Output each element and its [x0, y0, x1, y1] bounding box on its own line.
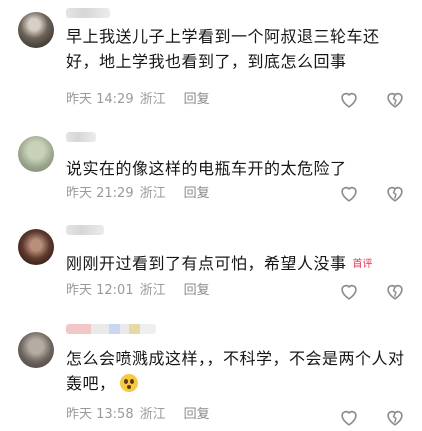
like-button[interactable]: [338, 406, 360, 428]
comment-text: 说实在的像这样的电瓶车开的太危险了: [66, 159, 347, 178]
comment-time: 昨天 21:29: [66, 186, 134, 201]
flushed-face-emoji: [119, 374, 138, 392]
heart-outline-icon: [341, 92, 357, 108]
avatar[interactable]: [18, 332, 54, 368]
avatar[interactable]: [18, 136, 54, 172]
username[interactable]: [66, 8, 110, 18]
comment-time: 昨天 12:01: [66, 283, 134, 298]
avatar[interactable]: [18, 229, 54, 265]
reply-button[interactable]: 回复: [184, 92, 210, 107]
comment-meta: 昨天 14:29 浙江 回复: [66, 91, 210, 109]
heart-outline-icon: [341, 186, 357, 202]
comment-time: 昨天 14:29: [66, 92, 134, 107]
comment-text: 怎么会喷溅成这样，，不科学，不会是两个人对轰吧，: [66, 349, 405, 393]
username[interactable]: [66, 324, 156, 334]
first-comment-tag: 首评: [352, 259, 373, 270]
username[interactable]: [66, 132, 96, 142]
like-button[interactable]: [338, 280, 360, 302]
dislike-button[interactable]: [384, 88, 406, 110]
comment-location: 浙江: [139, 407, 166, 422]
comment-meta: 昨天 13:58 浙江 回复: [66, 406, 210, 424]
reply-button[interactable]: 回复: [184, 186, 210, 201]
comment-text: 早上我送儿子上学看到一个阿叔退三轮车还好，地上学我也看到了，到底怎么回事: [66, 27, 380, 71]
broken-heart-outline-icon: [387, 186, 403, 202]
reply-button[interactable]: 回复: [184, 407, 210, 422]
reply-button[interactable]: 回复: [184, 283, 210, 298]
broken-heart-outline-icon: [387, 92, 403, 108]
comment-location: 浙江: [139, 186, 166, 201]
comment-meta: 昨天 21:29 浙江 回复: [66, 185, 210, 203]
dislike-button[interactable]: [384, 182, 406, 204]
username[interactable]: [66, 225, 104, 235]
like-button[interactable]: [338, 182, 360, 204]
avatar[interactable]: [18, 12, 54, 48]
comment-location: 浙江: [139, 283, 166, 298]
heart-outline-icon: [341, 284, 357, 300]
comment-text: 刚刚开过看到了有点可怕，希望人没事 首评: [66, 251, 411, 277]
dislike-button[interactable]: [384, 280, 406, 302]
comment-time: 昨天 13:58: [66, 407, 134, 422]
like-button[interactable]: [338, 88, 360, 110]
broken-heart-outline-icon: [387, 410, 403, 426]
comment-location: 浙江: [139, 92, 166, 107]
broken-heart-outline-icon: [387, 284, 403, 300]
dislike-button[interactable]: [384, 406, 406, 428]
heart-outline-icon: [341, 410, 357, 426]
comment-meta: 昨天 12:01 浙江 回复: [66, 282, 210, 300]
